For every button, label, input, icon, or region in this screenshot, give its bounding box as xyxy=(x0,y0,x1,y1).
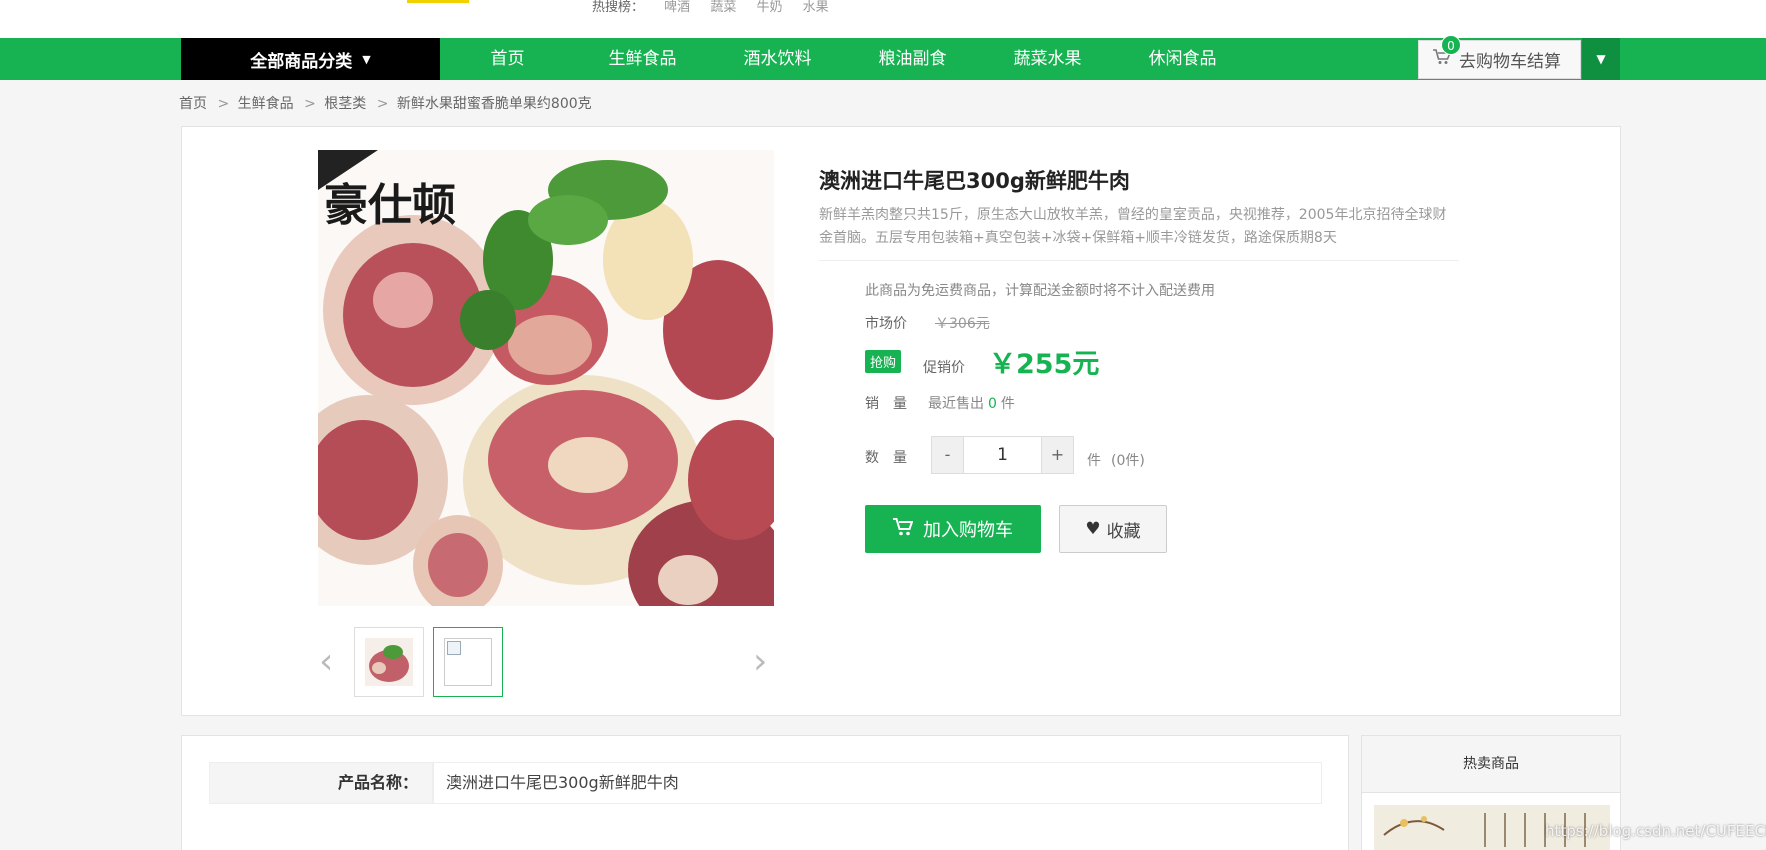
watermark: https://blog.csdn.net/CUFEECR xyxy=(1545,822,1766,840)
all-categories-label: 全部商品分类 xyxy=(250,51,353,72)
nav-link-drinks[interactable]: 酒水饮料 xyxy=(710,38,845,80)
breadcrumb-separator-icon: > xyxy=(217,96,230,112)
hot-keyword[interactable]: 牛奶 xyxy=(756,0,782,15)
spec-name-label: 产品名称： xyxy=(209,762,433,804)
nav-link-fresh[interactable]: 生鲜食品 xyxy=(575,38,710,80)
sales-count: 0 xyxy=(988,396,997,412)
cart-checkout-label: 去购物车结算 xyxy=(1459,52,1561,72)
logo-fragment xyxy=(407,0,469,3)
sale-price-label: 促销价 xyxy=(923,360,965,376)
cart-checkout-button[interactable]: 0 去购物车结算 xyxy=(1418,35,1581,79)
thumbnail-2-selected[interactable] xyxy=(433,627,503,697)
caret-down-icon: ▼ xyxy=(362,52,371,66)
nav-link-veg-fruit[interactable]: 蔬菜水果 xyxy=(980,38,1115,80)
quantity-unit-info: 件 (0件) xyxy=(1087,450,1145,470)
thumbnail-1[interactable] xyxy=(354,627,424,697)
breadcrumb-item[interactable]: 根茎类 xyxy=(324,96,366,112)
nav-link-snacks[interactable]: 休闲食品 xyxy=(1115,38,1250,80)
hot-search: 热搜榜： 啤酒 蔬菜 牛奶 水果 xyxy=(592,0,845,15)
quantity-increase-button[interactable]: + xyxy=(1041,436,1074,474)
favorite-button[interactable]: ♥ 收藏 xyxy=(1059,505,1167,553)
nav-link-grain-oil[interactable]: 粮油副食 xyxy=(845,38,980,80)
hot-products-title: 热卖商品 xyxy=(1362,736,1620,793)
product-description: 新鲜羊羔肉整只共15斤，原生态大山放牧羊羔，曾经的皇室贡品，央视推荐，2005年… xyxy=(819,207,1447,246)
chevron-down-icon: ▼ xyxy=(1596,52,1606,66)
sales-prefix: 最近售出 xyxy=(928,396,984,412)
thumbnail-meat-image xyxy=(365,638,413,686)
breadcrumb-item[interactable]: 首页 xyxy=(179,96,207,112)
nav-link-home[interactable]: 首页 xyxy=(440,38,575,80)
hot-keyword[interactable]: 水果 xyxy=(803,0,829,15)
hot-keyword[interactable]: 蔬菜 xyxy=(710,0,736,15)
quantity-decrease-button[interactable]: - xyxy=(931,436,964,474)
sales-unit: 件 xyxy=(1000,396,1015,412)
nav-links: 首页 生鲜食品 酒水饮料 粮油副食 蔬菜水果 休闲食品 xyxy=(440,38,1250,80)
add-to-cart-button[interactable]: 加入购物车 xyxy=(865,505,1041,553)
breadcrumb-item[interactable]: 新鲜水果甜蜜香脆单果约800克 xyxy=(397,96,592,112)
product-title: 澳洲进口牛尾巴300g新鲜肥牛肉 xyxy=(819,169,1130,193)
heart-icon: ♥ xyxy=(1085,519,1101,539)
sale-price: ￥255元 xyxy=(989,349,1100,380)
product-detail-panel: 产品名称： 澳洲进口牛尾巴300g新鲜肥牛肉 xyxy=(181,735,1349,850)
breadcrumb-item[interactable]: 生鲜食品 xyxy=(238,96,294,112)
market-price-label: 市场价 xyxy=(865,316,907,332)
quantity-input[interactable]: 1 xyxy=(964,436,1041,474)
free-shipping-note: 此商品为免运费商品，计算配送金额时将不计入配送费用 xyxy=(865,283,1215,299)
divider xyxy=(819,260,1459,261)
quantity-stepper: - 1 + xyxy=(931,436,1074,474)
breadcrumb: 首页 > 生鲜食品 > 根茎类 > 新鲜水果甜蜜香脆单果约800克 xyxy=(179,93,598,113)
hot-search-label: 热搜榜： xyxy=(592,0,645,15)
cart-dropdown-button[interactable]: ▼ xyxy=(1582,38,1620,80)
sales-info: 最近售出 0 件 xyxy=(928,393,1015,413)
thumbnail-prev-icon[interactable]: ‹ xyxy=(319,641,333,682)
cart-icon xyxy=(893,517,914,541)
broken-image-icon xyxy=(444,638,492,686)
main-nav: 全部商品分类 ▼ 首页 生鲜食品 酒水饮料 粮油副食 蔬菜水果 休闲食品 0 去… xyxy=(0,35,1766,80)
top-header: 热搜榜： 啤酒 蔬菜 牛奶 水果 xyxy=(0,0,1766,38)
spec-name-value: 澳洲进口牛尾巴300g新鲜肥牛肉 xyxy=(433,762,1322,804)
all-categories-button[interactable]: 全部商品分类 ▼ xyxy=(181,38,440,80)
breadcrumb-separator-icon: > xyxy=(376,96,389,112)
thumbnail-next-icon[interactable]: › xyxy=(753,641,767,682)
stock-note: (0件) xyxy=(1111,453,1145,469)
product-main-image: 豪仕顿 xyxy=(318,150,774,606)
product-image-logo-text: 豪仕顿 xyxy=(324,180,456,231)
quantity-label: 数 量 xyxy=(865,450,907,466)
sales-label: 销 量 xyxy=(865,396,907,412)
breadcrumb-separator-icon: > xyxy=(304,96,316,112)
cart-count-badge: 0 xyxy=(1441,35,1461,55)
favorite-label: 收藏 xyxy=(1106,521,1141,542)
market-price: ￥306元 xyxy=(935,316,990,332)
product-panel: 豪仕顿 ‹ › 澳洲进口牛尾巴300g新鲜肥牛肉 新鲜羊羔肉整只共15斤，原生态… xyxy=(181,126,1621,716)
hot-keyword[interactable]: 啤酒 xyxy=(664,0,690,15)
quantity-unit: 件 xyxy=(1087,453,1101,469)
flash-sale-badge: 抢购 xyxy=(865,350,902,373)
add-to-cart-label: 加入购物车 xyxy=(923,520,1013,541)
